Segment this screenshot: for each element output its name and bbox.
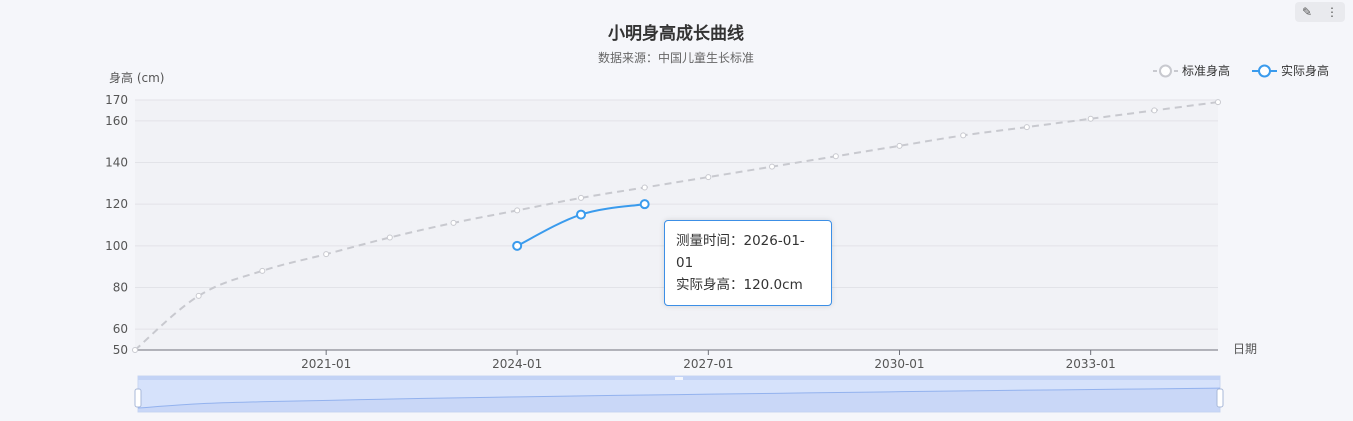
data-point [832,153,839,160]
data-point [514,207,521,214]
data-point [323,251,330,258]
more-options-icon[interactable]: ⋮ [1326,5,1338,19]
data-point [195,292,202,299]
data-point [259,267,266,274]
chart-toolbar: ✎ ⋮ [1295,2,1345,22]
x-axis-label: 日期 [1233,342,1257,356]
x-tick-label: 2027-01 [683,357,733,371]
data-point [960,132,967,139]
legend-marker [1159,64,1172,78]
y-tick-label: 120 [105,197,128,211]
zoom-move-handle[interactable] [675,377,683,380]
y-tick-label: 160 [105,114,128,128]
tooltip-time-label: 测量时间： [676,233,744,249]
data-point [768,163,775,170]
tooltip-height-value: 120.0cm [743,277,803,293]
zoom-handle-left[interactable] [134,388,142,408]
legend-marker [1258,64,1271,78]
x-tick-label: 2030-01 [874,357,924,371]
y-tick-label: 60 [113,322,128,336]
edit-icon[interactable]: ✎ [1302,5,1312,19]
y-tick-label: 80 [113,281,128,295]
chart-subtitle: 数据来源：中国儿童生长标准 [598,50,754,65]
data-tooltip: 测量时间：2026-01-01 实际身高：120.0cm [664,220,832,306]
x-tick-label: 2024-01 [492,357,542,371]
chart-title: 小明身高成长曲线 [608,23,744,44]
chart-canvas: 小明身高成长曲线数据来源：中国儿童生长标准 50 60 80 100 120 140 160 1… [105,23,1329,413]
data-point [641,184,648,191]
y-tick-label: 50 [113,343,128,357]
data-point [1151,107,1158,114]
data-point [1087,115,1094,122]
data-point [512,240,523,251]
tooltip-line-height: 实际身高：120.0cm [676,274,820,296]
data-point [450,219,457,226]
data-point [386,234,393,241]
data-point [1023,124,1030,131]
tooltip-height-label: 实际身高： [676,277,744,293]
data-point [705,174,712,181]
zoom-handle-right[interactable] [1216,388,1224,408]
y-tick-label: 170 [105,93,128,107]
y-tick-label: 100 [105,239,128,253]
legend-label: 实际身高 [1281,63,1329,78]
tooltip-line-time: 测量时间：2026-01-01 [676,230,820,274]
data-point [578,194,585,201]
x-tick-label: 2033-01 [1066,357,1116,371]
data-point [132,347,138,353]
y-tick-label: 140 [105,156,128,170]
data-point [1215,99,1221,106]
data-point [576,209,587,220]
data-point [896,142,903,149]
legend-label: 标准身高 [1182,63,1230,78]
x-tick-label: 2021-01 [301,357,351,371]
data-point [639,199,650,210]
y-axis-label: 身高 (cm) [109,70,164,85]
